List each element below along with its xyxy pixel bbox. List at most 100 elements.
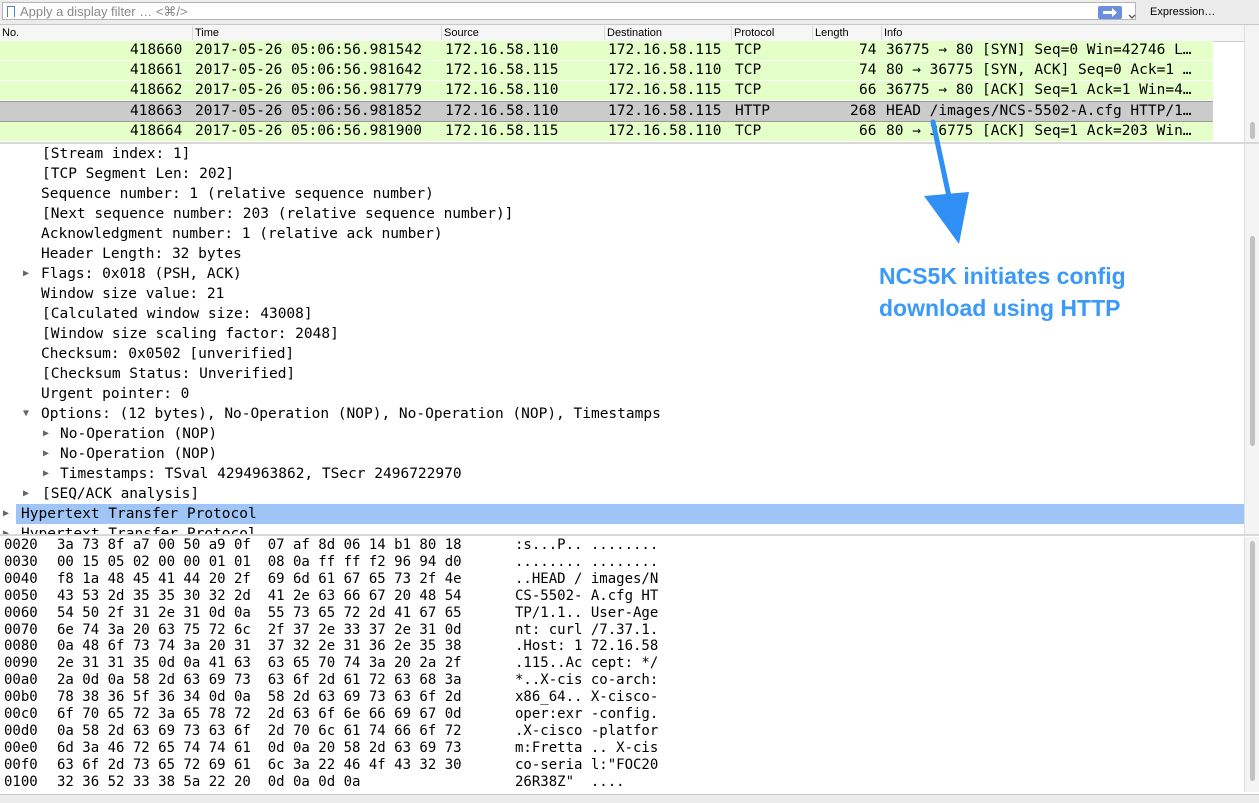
packet-row-selected[interactable]: 418663 2017-05-26 05:06:56.981852 172.16… xyxy=(0,101,1213,122)
collapse-triangle-icon[interactable]: ▼ xyxy=(23,404,29,424)
packet-protocol: TCP xyxy=(735,82,762,98)
detail-row[interactable]: Acknowledgment number: 1 (relative ack n… xyxy=(0,224,1244,244)
chevron-down-icon xyxy=(1128,14,1136,19)
scrollbar-thumb[interactable] xyxy=(1250,541,1255,781)
byte-offset: 0080 xyxy=(4,638,38,655)
packet-bytes-pane: 0020 3a 73 8f a7 00 50 a9 0f 07 af 8d 06 … xyxy=(0,537,1244,792)
detail-text: Options: (12 bytes), No-Operation (NOP),… xyxy=(41,406,661,422)
detail-row[interactable]: Checksum: 0x0502 [unverified] xyxy=(0,344,1244,364)
annotation-callout: NCS5K initiates config download using HT… xyxy=(879,260,1126,324)
detail-row[interactable]: Sequence number: 1 (relative sequence nu… xyxy=(0,184,1244,204)
hex-bytes: 2a 0d 0a 58 2d 63 69 73 63 6f 2d 61 72 6… xyxy=(57,672,462,689)
expand-triangle-icon[interactable]: ▶ xyxy=(23,484,29,504)
detail-text: Window size value: 21 xyxy=(41,286,225,302)
ascii-bytes: ........ ........ xyxy=(515,553,659,570)
expand-triangle-icon[interactable]: ▶ xyxy=(43,464,49,484)
packet-no: 418660 xyxy=(130,42,183,58)
detail-row[interactable]: Urgent pointer: 0 xyxy=(0,384,1244,404)
packet-source: 172.16.58.115 xyxy=(445,62,559,78)
detail-row[interactable]: ▶ No-Operation (NOP) xyxy=(0,444,1244,464)
expand-triangle-icon[interactable]: ▶ xyxy=(23,264,29,284)
expand-triangle-icon[interactable]: ▶ xyxy=(3,504,9,524)
packet-no: 418664 xyxy=(130,123,183,139)
column-source[interactable]: Source xyxy=(441,26,606,40)
hex-bytes: 54 50 2f 31 2e 31 0d 0a 55 73 65 72 2d 4… xyxy=(57,604,462,621)
ascii-bytes: m:Fretta .. X-cis xyxy=(515,739,659,756)
ascii-bytes: 26R38Z" .... xyxy=(515,773,625,790)
expand-triangle-icon[interactable]: ▶ xyxy=(43,424,49,444)
detail-row[interactable]: ▶ [SEQ/ACK analysis] xyxy=(0,484,1244,504)
display-filter-input[interactable]: Apply a display filter … <⌘/> xyxy=(2,2,1136,20)
packet-length: 66 xyxy=(859,82,877,98)
packet-row[interactable]: 418662 2017-05-26 05:06:56.981779 172.16… xyxy=(0,81,1213,101)
ascii-bytes: *..X-cis co-arch: xyxy=(515,672,659,689)
column-time[interactable]: Time xyxy=(192,26,443,40)
byte-offset: 0100 xyxy=(4,773,38,790)
detail-row[interactable]: ▶ Hypertext Transfer Protocol xyxy=(0,524,1244,534)
detail-text: [Calculated window size: 43008] xyxy=(42,306,313,322)
byte-offset: 00e0 xyxy=(4,739,38,756)
detail-row[interactable]: ▶ No-Operation (NOP) xyxy=(0,424,1244,444)
packet-list-scrollbar[interactable] xyxy=(1244,25,1259,143)
ascii-bytes: co-seria l:"FOC20 xyxy=(515,756,659,773)
detail-text: No-Operation (NOP) xyxy=(60,446,218,462)
packet-row[interactable]: 418664 2017-05-26 05:06:56.981900 172.16… xyxy=(0,122,1213,142)
packet-length: 74 xyxy=(859,62,877,78)
detail-text: [Next sequence number: 203 (relative seq… xyxy=(42,206,514,222)
detail-text: Sequence number: 1 (relative sequence nu… xyxy=(41,186,434,202)
detail-row-http-selected[interactable]: Hypertext Transfer Protocol xyxy=(16,504,1244,524)
detail-text: Hypertext Transfer Protocol xyxy=(21,526,257,534)
packet-no: 418662 xyxy=(130,82,183,98)
hex-bytes: 6f 70 65 72 3a 65 78 72 2d 63 6f 6e 66 6… xyxy=(57,706,462,722)
ascii-bytes: oper:exr -config. xyxy=(515,706,659,722)
expression-button[interactable]: Expression… xyxy=(1140,3,1259,21)
detail-row[interactable]: [Checksum Status: Unverified] xyxy=(0,364,1244,384)
detail-text: [SEQ/ACK analysis] xyxy=(42,486,200,502)
packet-row[interactable]: 418661 2017-05-26 05:06:56.981642 172.16… xyxy=(0,61,1213,81)
ascii-bytes: ..HEAD / images/N xyxy=(515,570,659,587)
scrollbar-thumb[interactable] xyxy=(1250,236,1255,446)
detail-text: [Window size scaling factor: 2048] xyxy=(42,326,339,342)
column-length[interactable]: Length xyxy=(812,26,883,40)
hex-bytes: 6d 3a 46 72 65 74 74 61 0d 0a 20 58 2d 6… xyxy=(57,739,462,756)
byte-offset: 0030 xyxy=(4,553,38,570)
packet-row[interactable]: 418660 2017-05-26 05:06:56.981542 172.16… xyxy=(0,41,1213,61)
byte-offset: 0060 xyxy=(4,604,38,621)
detail-row[interactable]: [Stream index: 1] xyxy=(0,144,1244,164)
filter-toolbar: Apply a display filter … <⌘/> Expression… xyxy=(0,0,1259,25)
packet-protocol: TCP xyxy=(735,62,762,78)
column-no[interactable]: No. xyxy=(0,26,192,40)
byte-offset: 00f0 xyxy=(4,756,38,773)
packet-time: 2017-05-26 05:06:56.981779 xyxy=(195,82,422,98)
packet-destination: 172.16.58.115 xyxy=(608,42,722,58)
packet-details-tree: [Stream index: 1] [TCP Segment Len: 202]… xyxy=(0,144,1244,534)
ascii-bytes: .X-cisco -platfor xyxy=(515,722,659,739)
filter-history-dropdown[interactable] xyxy=(1127,7,1137,19)
column-protocol[interactable]: Protocol xyxy=(731,26,814,40)
detail-row[interactable]: ▶ Timestamps: TSval 4294963862, TSecr 24… xyxy=(0,464,1244,484)
apply-filter-button[interactable] xyxy=(1098,6,1122,19)
bytes-scrollbar[interactable] xyxy=(1244,537,1259,792)
bookmark-icon[interactable] xyxy=(7,6,15,17)
hex-bytes: 6e 74 3a 20 63 75 72 6c 2f 37 2e 33 37 2… xyxy=(57,621,462,638)
byte-offset: 00d0 xyxy=(4,722,38,739)
packet-protocol: TCP xyxy=(735,123,762,139)
detail-row[interactable]: [Window size scaling factor: 2048] xyxy=(0,324,1244,344)
detail-text: Hypertext Transfer Protocol xyxy=(21,506,257,522)
packet-time: 2017-05-26 05:06:56.981642 xyxy=(195,62,422,78)
detail-text: Flags: 0x018 (PSH, ACK) xyxy=(41,266,242,282)
detail-row-options[interactable]: ▼ Options: (12 bytes), No-Operation (NOP… xyxy=(0,404,1244,424)
details-scrollbar[interactable] xyxy=(1244,144,1259,534)
column-destination[interactable]: Destination xyxy=(604,26,733,40)
detail-text: Timestamps: TSval 4294963862, TSecr 2496… xyxy=(60,466,462,482)
column-info[interactable]: Info xyxy=(881,26,1214,40)
expand-triangle-icon[interactable]: ▶ xyxy=(43,444,49,464)
byte-offset: 0020 xyxy=(4,537,38,553)
detail-row[interactable]: [TCP Segment Len: 202] xyxy=(0,164,1244,184)
expand-triangle-icon[interactable]: ▶ xyxy=(3,524,9,534)
scrollbar-thumb[interactable] xyxy=(1250,122,1255,139)
pane-splitter[interactable] xyxy=(0,534,1259,536)
hex-bytes: 00 15 05 02 00 00 01 01 08 0a ff ff f2 9… xyxy=(57,553,462,570)
detail-row[interactable]: [Next sequence number: 203 (relative seq… xyxy=(0,204,1244,224)
hex-bytes: 32 36 52 33 38 5a 22 20 0d 0a 0d 0a xyxy=(57,773,361,790)
